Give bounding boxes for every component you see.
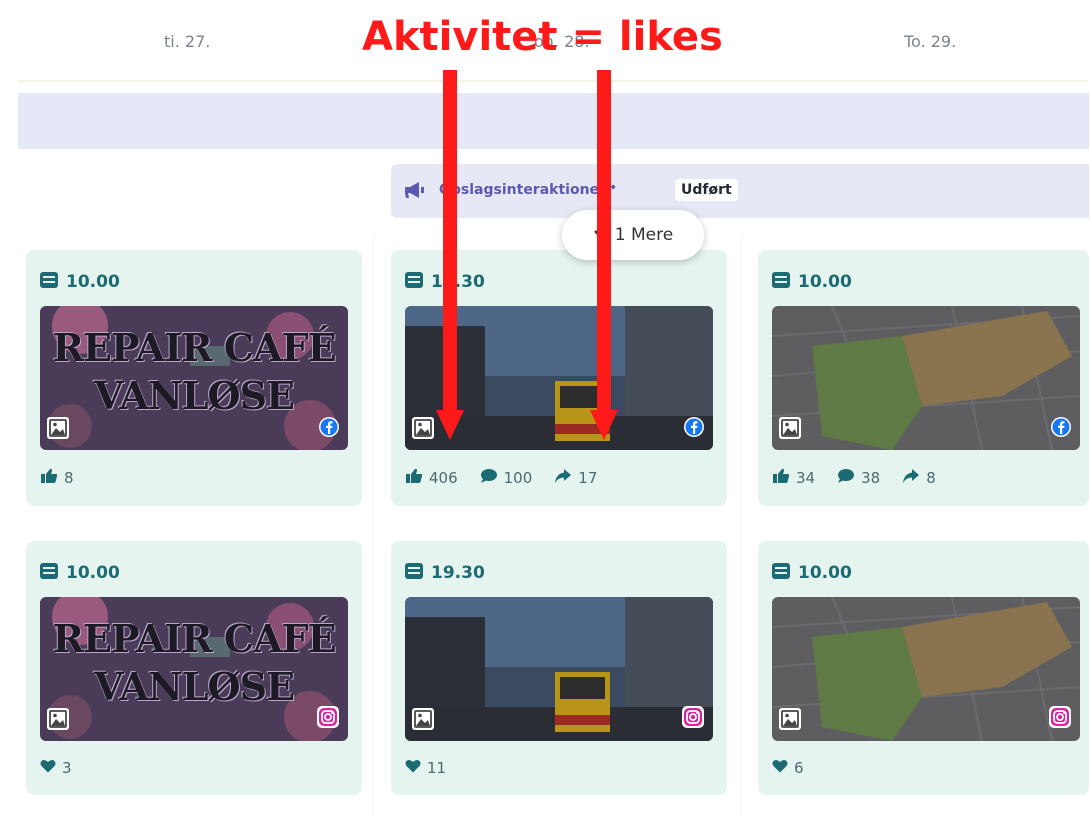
annotation-arrow-left bbox=[443, 70, 457, 415]
annotation-arrows bbox=[436, 70, 618, 440]
annotation-arrow-right-head bbox=[590, 410, 618, 440]
annotation-arrow-left-head bbox=[436, 410, 464, 440]
annotation-arrow-right bbox=[597, 70, 611, 415]
